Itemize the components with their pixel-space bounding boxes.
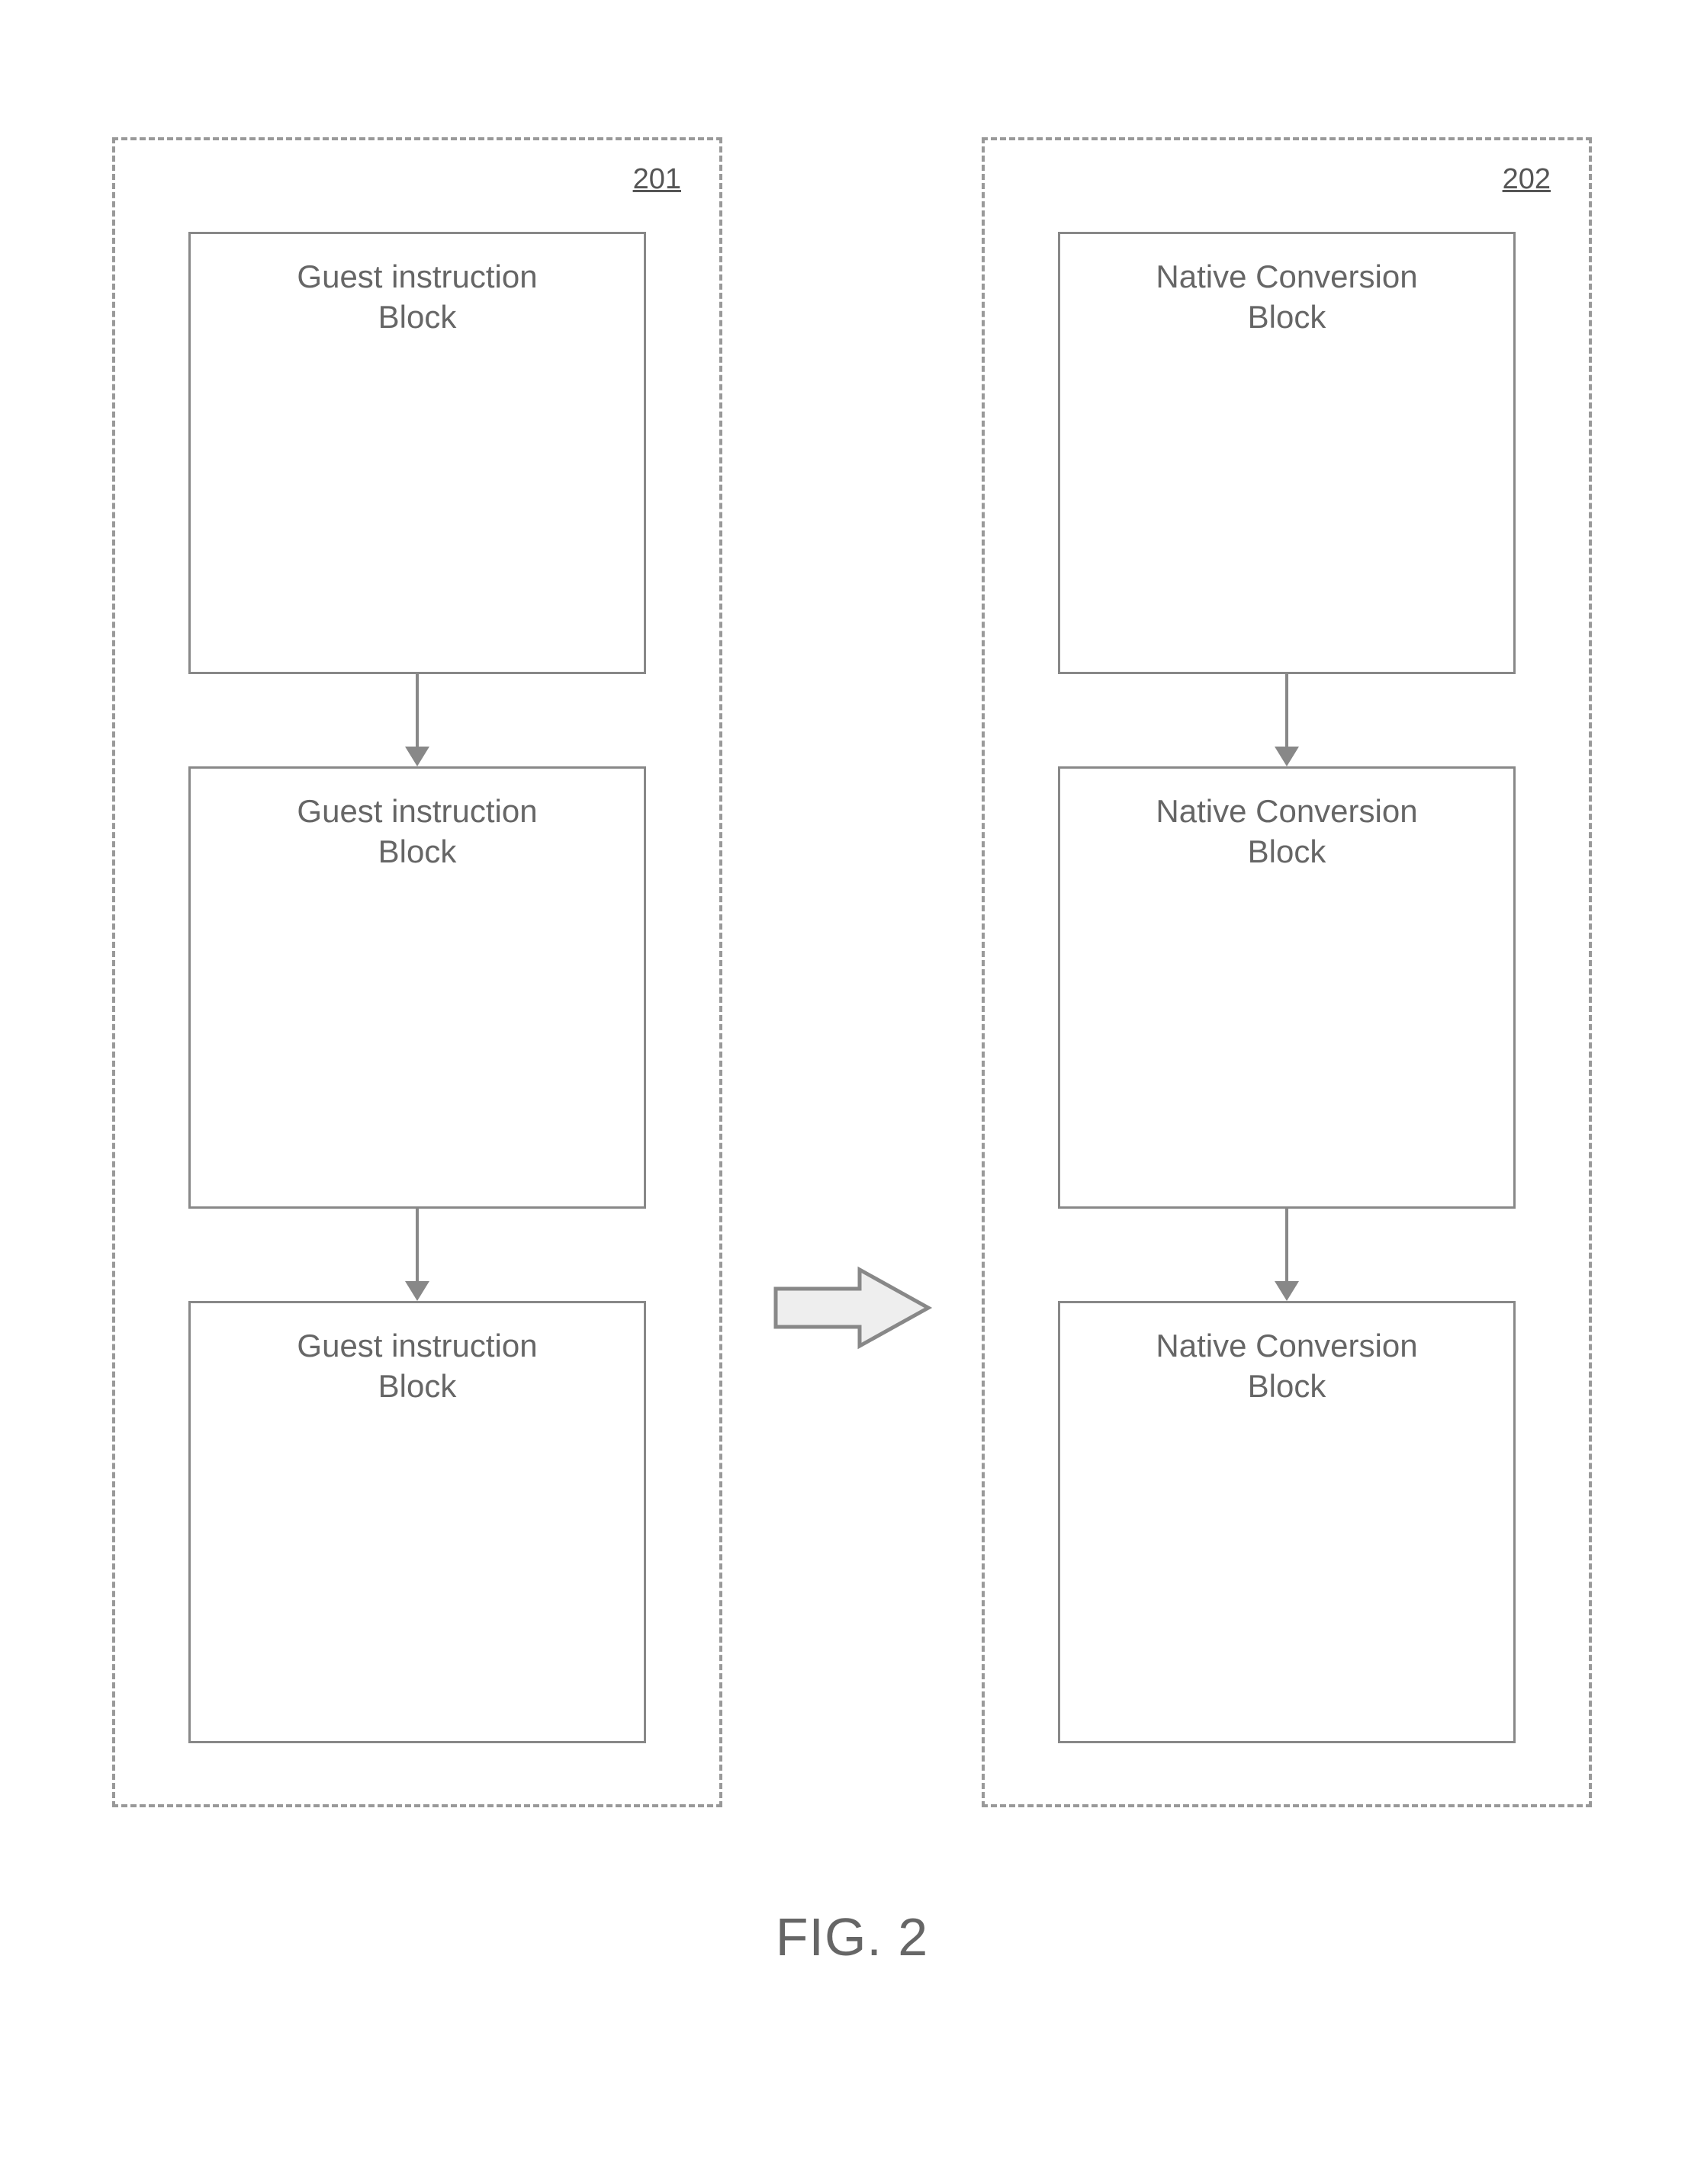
arrow-down-icon <box>1275 674 1299 766</box>
block-title-line2: Block <box>191 297 644 338</box>
block-title-line2: Block <box>1060 1367 1513 1407</box>
right-container: 202 Native Conversion Block Native Conve… <box>982 137 1592 1807</box>
left-container-id: 201 <box>633 163 681 196</box>
columns: 201 Guest instruction Block Guest instru… <box>76 137 1628 1807</box>
block-title-line1: Native Conversion <box>1060 1326 1513 1367</box>
block-title-line2: Block <box>1060 297 1513 338</box>
guest-block: Guest instruction Block <box>188 766 646 1209</box>
block-title-line2: Block <box>191 832 644 872</box>
block-title-line1: Native Conversion <box>1060 257 1513 297</box>
native-block: Native Conversion Block <box>1058 1301 1516 1743</box>
right-container-id: 202 <box>1503 163 1551 196</box>
left-container: 201 Guest instruction Block Guest instru… <box>112 137 722 1807</box>
arrow-down-icon <box>405 674 429 766</box>
diagram-canvas: 201 Guest instruction Block Guest instru… <box>0 0 1704 2184</box>
block-title-line1: Native Conversion <box>1060 792 1513 832</box>
block-title-line2: Block <box>1060 832 1513 872</box>
arrow-right-icon <box>768 1262 936 1354</box>
native-block: Native Conversion Block <box>1058 232 1516 674</box>
figure-caption: FIG. 2 <box>76 1906 1628 1967</box>
block-title-line1: Guest instruction <box>191 792 644 832</box>
guest-block: Guest instruction Block <box>188 232 646 674</box>
block-title-line1: Guest instruction <box>191 1326 644 1367</box>
arrow-down-icon <box>1275 1209 1299 1301</box>
block-title-line1: Guest instruction <box>191 257 644 297</box>
native-block: Native Conversion Block <box>1058 766 1516 1209</box>
block-title-line2: Block <box>191 1367 644 1407</box>
guest-block: Guest instruction Block <box>188 1301 646 1743</box>
big-arrow-wrap <box>768 1262 936 1354</box>
arrow-down-icon <box>405 1209 429 1301</box>
